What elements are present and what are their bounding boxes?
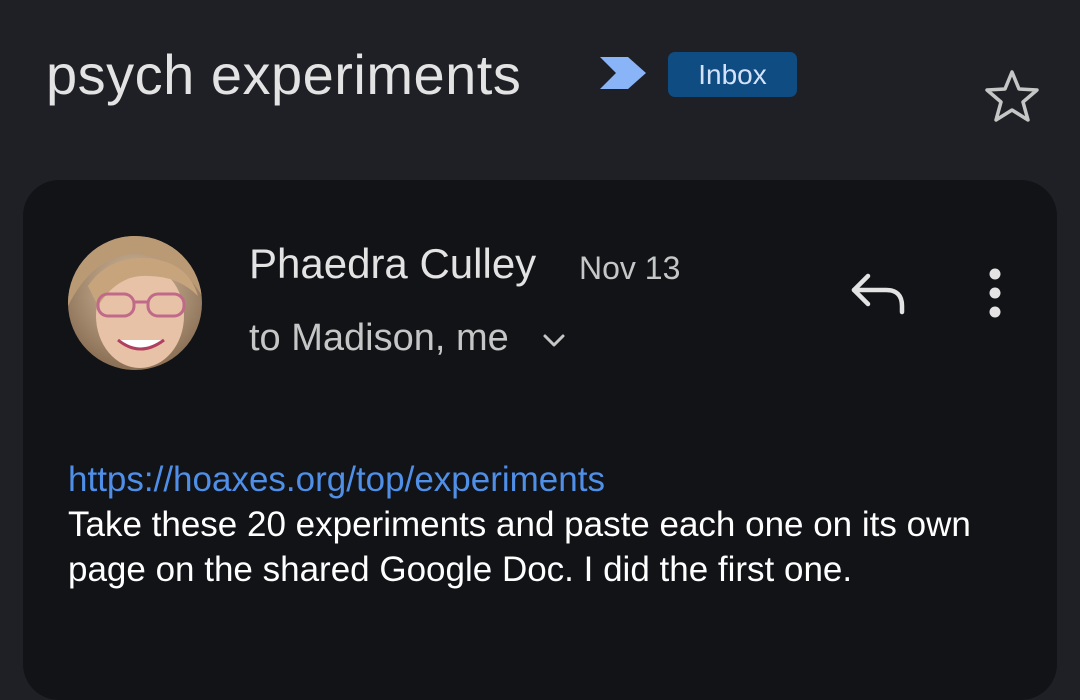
message-body: https://hoaxes.org/top/experiments Take … — [68, 457, 1028, 592]
body-link[interactable]: https://hoaxes.org/top/experiments — [68, 457, 1028, 502]
thread-header: psych experiments Inbox — [0, 0, 1080, 180]
sender-name[interactable]: Phaedra Culley — [249, 238, 536, 290]
body-text: Take these 20 experiments and paste each… — [68, 505, 971, 589]
recipients-summary[interactable]: to Madison, me — [249, 315, 509, 361]
sender-avatar[interactable] — [68, 236, 202, 370]
avatar-photo — [68, 236, 202, 370]
thread-subject: psych experiments — [46, 43, 522, 106]
star-icon[interactable] — [983, 68, 1041, 124]
inbox-label-chip[interactable]: Inbox — [668, 52, 797, 97]
reply-icon[interactable] — [848, 268, 908, 318]
more-vert-icon[interactable] — [978, 266, 1012, 322]
chevron-down-icon[interactable] — [540, 328, 568, 352]
message-date: Nov 13 — [579, 250, 681, 286]
importance-marker-icon[interactable] — [598, 55, 648, 91]
